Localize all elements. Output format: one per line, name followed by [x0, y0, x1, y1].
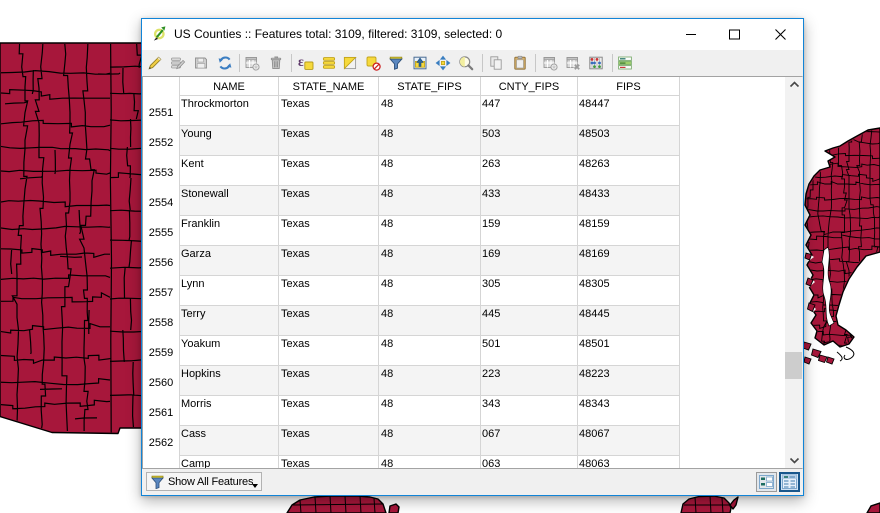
svg-text:ε: ε [298, 55, 304, 69]
